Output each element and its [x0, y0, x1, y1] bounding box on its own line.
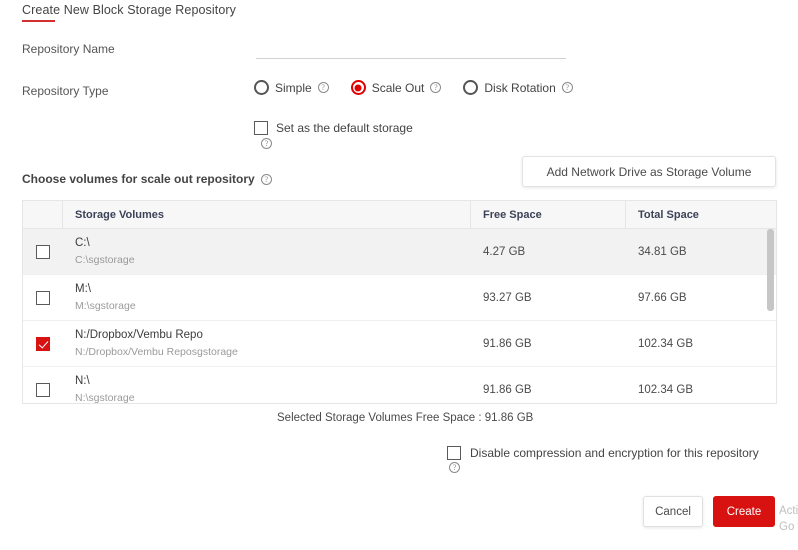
radio-option-scale-out[interactable]: Scale Out ?: [350, 80, 442, 95]
row-total-space-cell: 102.34 GB: [626, 367, 776, 403]
row-total-space: 102.34 GB: [638, 337, 693, 350]
row-free-space: 4.27 GB: [483, 245, 526, 258]
disable-compression-row[interactable]: Disable compression and encryption for t…: [447, 446, 759, 460]
radio-label-scale-out: Scale Out: [371, 80, 425, 95]
column-header-select: [23, 201, 63, 228]
radio-option-disk-rotation[interactable]: Disk Rotation ?: [463, 80, 573, 95]
row-volume-name: N:/Dropbox/Vembu Repo: [75, 328, 203, 341]
column-header-total-space: Total Space: [638, 208, 699, 221]
title-underline-accent: [22, 20, 55, 22]
selected-storage-summary: Selected Storage Volumes Free Space : 91…: [277, 412, 534, 424]
table-scrollbar[interactable]: [767, 229, 774, 403]
row-total-space: 97.66 GB: [638, 291, 687, 304]
row-volume-path: N:/Dropbox/Vembu Reposgstorage: [75, 345, 238, 358]
row-volume-cell: N:/Dropbox/Vembu Repo N:/Dropbox/Vembu R…: [63, 321, 471, 366]
disable-compression-label: Disable compression and encryption for t…: [470, 446, 759, 460]
row-checkbox[interactable]: [36, 336, 50, 351]
repository-type-radio-group: Simple ? Scale Out ? Disk Rotation ?: [254, 80, 573, 95]
row-checkbox[interactable]: [36, 244, 50, 259]
table-row[interactable]: M:\ M:\sgstorage 93.27 GB 97.66 GB: [23, 275, 776, 321]
table-row[interactable]: N:\ N:\sgstorage 91.86 GB 102.34 GB: [23, 367, 776, 403]
repository-type-label: Repository Type: [22, 84, 109, 98]
help-icon-disable-compression[interactable]: ?: [449, 462, 460, 473]
row-checkbox[interactable]: [36, 382, 50, 397]
help-icon-simple[interactable]: ?: [317, 82, 329, 93]
row-volume-name: N:\: [75, 374, 90, 387]
row-volume-cell: N:\ N:\sgstorage: [63, 367, 471, 404]
row-volume-name: M:\: [75, 282, 91, 295]
repository-name-input[interactable]: [256, 38, 566, 59]
row-volume-path: M:\sgstorage: [75, 299, 136, 312]
row-free-space-cell: 93.27 GB: [471, 275, 626, 320]
default-storage-checkbox[interactable]: [254, 121, 268, 135]
row-free-space-cell: 4.27 GB: [471, 229, 626, 274]
row-volume-path: C:\sgstorage: [75, 253, 135, 266]
help-icon-scale-out[interactable]: ?: [430, 82, 442, 93]
repository-name-label: Repository Name: [22, 42, 115, 56]
disable-compression-checkbox[interactable]: [447, 446, 461, 460]
table-row[interactable]: N:/Dropbox/Vembu Repo N:/Dropbox/Vembu R…: [23, 321, 776, 367]
row-volume-name: C:\: [75, 236, 90, 249]
default-storage-label: Set as the default storage: [276, 121, 413, 135]
row-select-cell[interactable]: [23, 367, 63, 403]
row-checkbox[interactable]: [36, 290, 50, 305]
page-title: Create New Block Storage Repository: [22, 3, 237, 17]
radio-icon-disk-rotation[interactable]: [463, 80, 479, 95]
column-header-free-space: Free Space: [471, 201, 626, 228]
watermark-line-1: Activate Windows: [779, 505, 798, 517]
row-volume-cell: C:\ C:\sgstorage: [63, 229, 471, 274]
radio-label-disk-rotation: Disk Rotation: [484, 80, 556, 95]
row-select-cell[interactable]: [23, 275, 63, 320]
help-icon-disk-rotation[interactable]: ?: [561, 82, 573, 93]
row-free-space: 93.27 GB: [483, 291, 532, 304]
choose-volumes-heading-row: Choose volumes for scale out repository …: [22, 172, 272, 186]
row-select-cell[interactable]: [23, 321, 63, 366]
row-volume-path: N:\sgstorage: [75, 391, 135, 404]
row-free-space-cell: 91.86 GB: [471, 321, 626, 366]
help-icon-default-storage[interactable]: ?: [261, 138, 272, 149]
row-total-space: 102.34 GB: [638, 383, 693, 396]
radio-option-simple[interactable]: Simple ?: [254, 80, 329, 95]
column-header-storage-volumes: Storage Volumes: [63, 201, 471, 228]
radio-label-simple: Simple: [275, 80, 312, 95]
row-free-space: 91.86 GB: [483, 383, 532, 396]
help-icon-choose-volumes[interactable]: ?: [260, 173, 272, 185]
table-header-row: Storage Volumes Free Space Total Space: [23, 201, 776, 229]
row-volume-cell: M:\ M:\sgstorage: [63, 275, 471, 320]
table-scrollbar-thumb[interactable]: [767, 229, 774, 311]
row-select-cell[interactable]: [23, 229, 63, 274]
row-free-space: 91.86 GB: [483, 337, 532, 350]
row-total-space-cell: 97.66 GB: [626, 275, 776, 320]
row-total-space: 34.81 GB: [638, 245, 687, 258]
row-total-space-cell: 34.81 GB: [626, 229, 776, 274]
table-body: C:\ C:\sgstorage 4.27 GB 34.81 GB M:\ M:…: [23, 229, 776, 403]
row-total-space-cell: 102.34 GB: [626, 321, 776, 366]
cancel-button[interactable]: Cancel: [643, 496, 703, 527]
watermark-line-2: Go to Settings to activate Windows.: [779, 521, 798, 533]
table-row[interactable]: C:\ C:\sgstorage 4.27 GB 34.81 GB: [23, 229, 776, 275]
row-free-space-cell: 91.86 GB: [471, 367, 626, 403]
radio-icon-scale-out[interactable]: [350, 80, 366, 95]
choose-volumes-label: Choose volumes for scale out repository: [22, 172, 255, 186]
activate-windows-watermark: Activate Windows Go to Settings to activ…: [779, 503, 798, 535]
default-storage-row[interactable]: Set as the default storage: [254, 121, 413, 135]
create-button[interactable]: Create: [713, 496, 775, 527]
storage-volumes-table: Storage Volumes Free Space Total Space C…: [22, 200, 777, 404]
add-network-drive-button[interactable]: Add Network Drive as Storage Volume: [522, 156, 776, 187]
radio-icon-simple[interactable]: [254, 80, 269, 95]
